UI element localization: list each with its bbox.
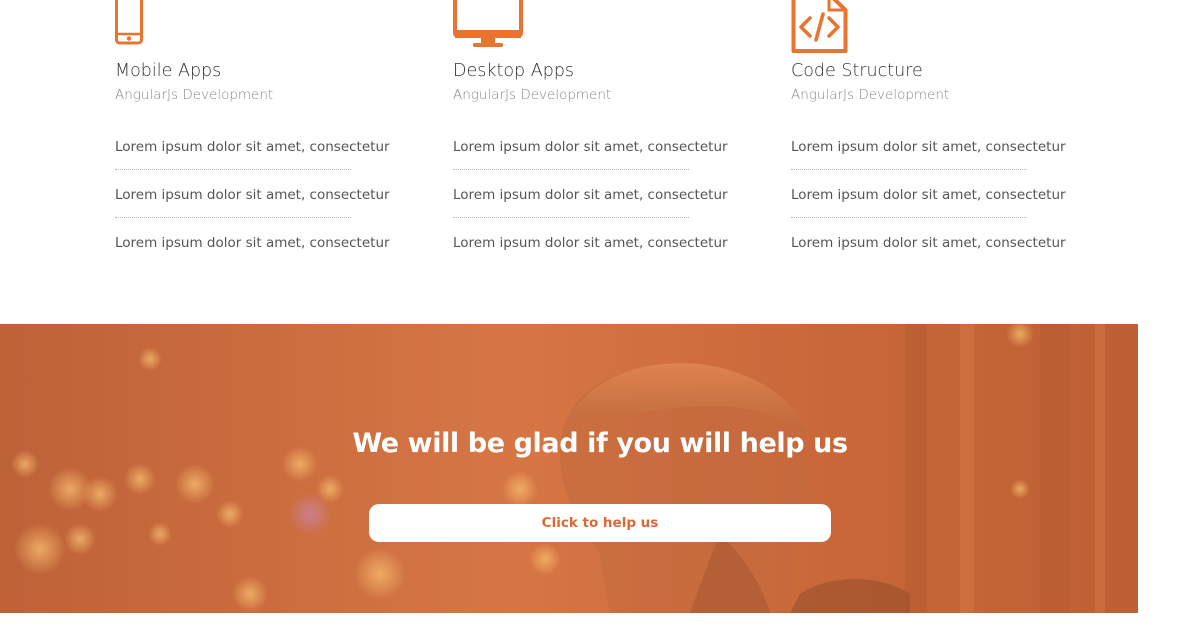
service-subtitle: AngularJs Development [791,87,950,103]
feature-item: Lorem ipsum dolor sit amet, consectetur [791,139,1066,155]
feature-item: Lorem ipsum dolor sit amet, consectetur [115,235,390,251]
feature-item: Lorem ipsum dolor sit amet, consectetur [115,187,390,203]
divider [453,217,689,218]
feature-item: Lorem ipsum dolor sit amet, consectetur [453,235,728,251]
desktop-monitor-icon [453,0,523,47]
divider [115,217,351,218]
feature-item: Lorem ipsum dolor sit amet, consectetur [453,187,728,203]
help-us-button[interactable]: Click to help us [369,504,831,542]
code-file-icon [791,0,848,53]
services-section: Mobile Apps AngularJs Development Lorem … [0,0,1200,324]
mobile-phone-icon [115,0,143,45]
cta-heading: We will be glad if you will help us [352,428,848,459]
divider [453,169,689,170]
feature-item: Lorem ipsum dolor sit amet, consectetur [791,187,1066,203]
divider [791,217,1027,218]
banner-background-image [0,324,1138,613]
feature-item: Lorem ipsum dolor sit amet, consectetur [791,235,1066,251]
service-subtitle: AngularJs Development [453,87,612,103]
feature-item: Lorem ipsum dolor sit amet, consectetur [453,139,728,155]
service-title: Mobile Apps [115,61,222,81]
service-title: Code Structure [791,61,923,81]
service-subtitle: AngularJs Development [115,87,274,103]
divider [791,169,1027,170]
service-title: Desktop Apps [453,61,575,81]
divider [115,169,351,170]
help-us-banner [0,324,1138,613]
feature-item: Lorem ipsum dolor sit amet, consectetur [115,139,390,155]
